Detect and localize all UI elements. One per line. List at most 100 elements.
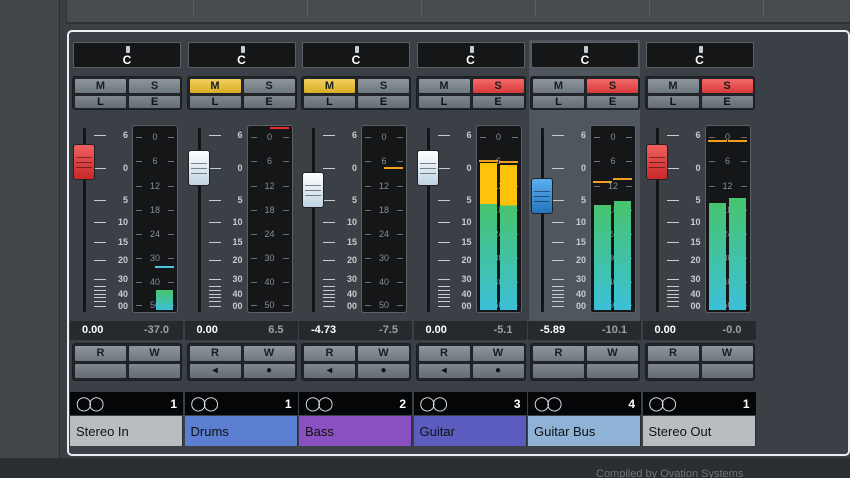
read-button[interactable]: R [532,345,585,362]
record-icon[interactable]: ● [242,363,296,379]
scale-tick [437,289,450,291]
channel-strip: C M S L E 6 0 5 10 15 20 30 40 00 0 6 12 18 24 30 40 50 -4.73-… [299,40,412,448]
empty-button[interactable] [586,363,639,379]
edit-button[interactable]: E [128,95,181,109]
listen-button[interactable]: L [303,95,356,109]
scale-label: 0 [122,163,128,174]
channel-name[interactable]: Guitar [413,416,527,446]
channel-name[interactable]: Bass [299,416,412,446]
fader-handle[interactable] [187,150,210,187]
scale-label: 20 [690,255,701,266]
peak-value[interactable]: -10.1 [602,324,627,336]
peak-value[interactable]: -0.0 [723,324,742,336]
channel-header: ◯◯ 1 [70,392,183,415]
monitor-icon[interactable]: ◂ [417,363,471,379]
fader-value[interactable]: -4.73 [311,324,336,336]
fader-value[interactable]: -5.89 [540,324,565,336]
automation-buttons: R W ◂ ● [415,343,526,381]
scale-tick [552,135,564,137]
channel-name[interactable]: Drums [184,416,298,446]
pan-control[interactable]: C [416,42,525,68]
meter-bar [728,197,746,310]
mute-button[interactable]: M [646,78,700,94]
listen-button[interactable]: L [188,95,242,109]
edit-button[interactable]: E [357,95,410,109]
record-icon[interactable]: ● [357,363,410,379]
fader-value[interactable]: 0.00 [197,324,218,336]
pan-control[interactable]: C [531,42,639,68]
empty-button[interactable] [128,363,181,379]
listen-button[interactable]: L [646,95,700,109]
solo-button[interactable]: S [128,78,181,94]
fader-handle[interactable] [302,172,324,209]
read-button[interactable]: R [188,345,242,362]
listen-button[interactable]: L [417,95,471,109]
write-button[interactable]: W [700,345,754,362]
peak-value[interactable]: -37.0 [144,324,169,336]
scale-label: 6 [122,130,128,141]
channel-buttons: MSLE [301,76,411,110]
mute-button[interactable]: M [303,78,356,94]
pan-control[interactable]: C [73,42,181,68]
status-text: Compiled by Ovation Systems [596,468,744,478]
empty-button[interactable] [74,363,127,379]
write-button[interactable]: W [357,345,410,362]
fader-value[interactable]: 0.00 [82,324,103,336]
empty-button[interactable] [532,363,585,379]
fader-handle[interactable] [416,150,439,187]
peak-indicator [384,166,403,169]
read-button[interactable]: R [74,345,127,362]
scale-label: 6 [351,130,357,141]
scale-label: 10 [117,216,128,227]
read-button[interactable]: R [646,345,700,362]
monitor-icon[interactable]: ◂ [188,363,242,379]
write-button[interactable]: W [471,345,525,362]
mute-button[interactable]: M [188,78,242,94]
pan-control[interactable]: C [645,42,754,68]
peak-value[interactable]: 6.5 [268,324,283,336]
channel-name[interactable]: Stereo In [70,416,183,446]
scale-label: 30 [575,273,586,284]
edit-button[interactable]: E [471,95,525,109]
channel-name[interactable]: Guitar Bus [528,416,641,446]
record-icon[interactable]: ● [471,363,525,379]
edit-button[interactable]: E [242,95,296,109]
pan-control[interactable]: C [187,42,296,68]
write-button[interactable]: W [242,345,296,362]
scale-tick [208,286,221,288]
scale-tick [437,306,450,308]
fader-handle[interactable] [645,143,668,180]
solo-button[interactable]: S [242,78,296,94]
empty-button[interactable] [700,363,754,379]
fader-handle[interactable] [531,177,553,214]
scale-tick [437,286,450,288]
listen-button[interactable]: L [532,95,585,109]
empty-button[interactable] [646,363,700,379]
pan-control[interactable]: C [302,42,410,68]
solo-button[interactable]: S [700,78,754,94]
solo-button[interactable]: S [357,78,410,94]
peak-value[interactable]: -7.5 [379,324,398,336]
mute-button[interactable]: M [417,78,471,94]
scale-label: 40 [346,288,357,299]
mute-button[interactable]: M [74,78,127,94]
write-button[interactable]: W [586,345,639,362]
solo-button[interactable]: S [471,78,525,94]
fader-value[interactable]: 0.00 [426,324,447,336]
channel-name[interactable]: Stereo Out [642,416,756,446]
channel-strip: C M S L E 6 0 5 10 15 20 30 40 00 0 6 12 18 24 30 40 50 -5.89-… [528,40,641,448]
monitor-icon[interactable]: ◂ [303,363,356,379]
scale-tick [552,278,564,280]
peak-value[interactable]: -5.1 [494,324,513,336]
read-button[interactable]: R [303,345,356,362]
read-button[interactable]: R [417,345,471,362]
fader-handle[interactable] [73,143,95,180]
mute-button[interactable]: M [532,78,585,94]
write-button[interactable]: W [128,345,181,362]
edit-button[interactable]: E [586,95,639,109]
scale-tick [208,135,221,137]
edit-button[interactable]: E [700,95,754,109]
fader-value[interactable]: 0.00 [655,324,676,336]
solo-button[interactable]: S [586,78,639,94]
listen-button[interactable]: L [74,95,127,109]
